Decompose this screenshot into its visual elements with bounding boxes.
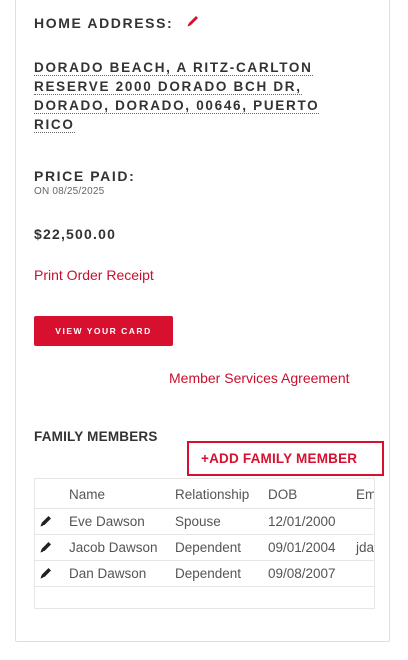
price-paid-title: PRICE PAID: xyxy=(34,168,136,184)
cell-dob: 09/01/2004 xyxy=(268,540,336,555)
add-family-member-button[interactable]: +ADD FAMILY MEMBER xyxy=(187,441,384,476)
family-members-title: FAMILY MEMBERS xyxy=(34,429,158,444)
table-row: Dan Dawson Dependent 09/08/2007 xyxy=(35,560,374,587)
table-header-row: Name Relationship DOB Em xyxy=(35,482,374,508)
cell-dob: 09/08/2007 xyxy=(268,566,336,581)
table-row: Eve Dawson Spouse 12/01/2000 xyxy=(35,508,374,535)
cell-relationship: Dependent xyxy=(175,540,242,555)
view-your-card-button[interactable]: VIEW YOUR CARD xyxy=(34,316,173,346)
cell-relationship: Spouse xyxy=(175,514,221,529)
family-members-table: Name Relationship DOB Em Eve Dawson Spou… xyxy=(34,478,375,609)
cell-name: Dan Dawson xyxy=(69,566,147,581)
pencil-icon[interactable] xyxy=(39,540,53,554)
purchase-date: ON 08/25/2025 xyxy=(34,186,105,197)
address-line: DORADO, DORADO, 00646, PUERTO xyxy=(34,98,320,114)
table-row: Jacob Dawson Dependent 09/01/2004 jda xyxy=(35,534,375,561)
address-line: DORADO BEACH, A RITZ-CARLTON xyxy=(34,60,313,76)
table-bottom-border xyxy=(35,586,374,588)
home-address-title: HOME ADDRESS: xyxy=(34,15,174,31)
member-services-agreement-link[interactable]: Member Services Agreement xyxy=(169,370,350,386)
pencil-icon[interactable] xyxy=(39,514,53,528)
column-header-relationship[interactable]: Relationship xyxy=(175,487,249,502)
column-header-email[interactable]: Em xyxy=(356,487,374,502)
home-address-value: DORADO BEACH, A RITZ-CARLTON RESERVE 200… xyxy=(34,58,364,134)
cell-name: Jacob Dawson xyxy=(69,540,158,555)
print-order-receipt-link[interactable]: Print Order Receipt xyxy=(34,267,154,283)
pencil-icon[interactable] xyxy=(39,566,53,580)
price-amount: $22,500.00 xyxy=(34,226,117,242)
column-header-name[interactable]: Name xyxy=(69,487,105,502)
pencil-icon[interactable] xyxy=(185,13,201,29)
address-line: RESERVE 2000 DORADO BCH DR, xyxy=(34,79,302,95)
cell-relationship: Dependent xyxy=(175,566,242,581)
address-line: RICO xyxy=(34,117,75,133)
cell-dob: 12/01/2000 xyxy=(268,514,336,529)
column-header-dob[interactable]: DOB xyxy=(268,487,297,502)
cell-name: Eve Dawson xyxy=(69,514,145,529)
cell-email: jda xyxy=(356,540,375,555)
